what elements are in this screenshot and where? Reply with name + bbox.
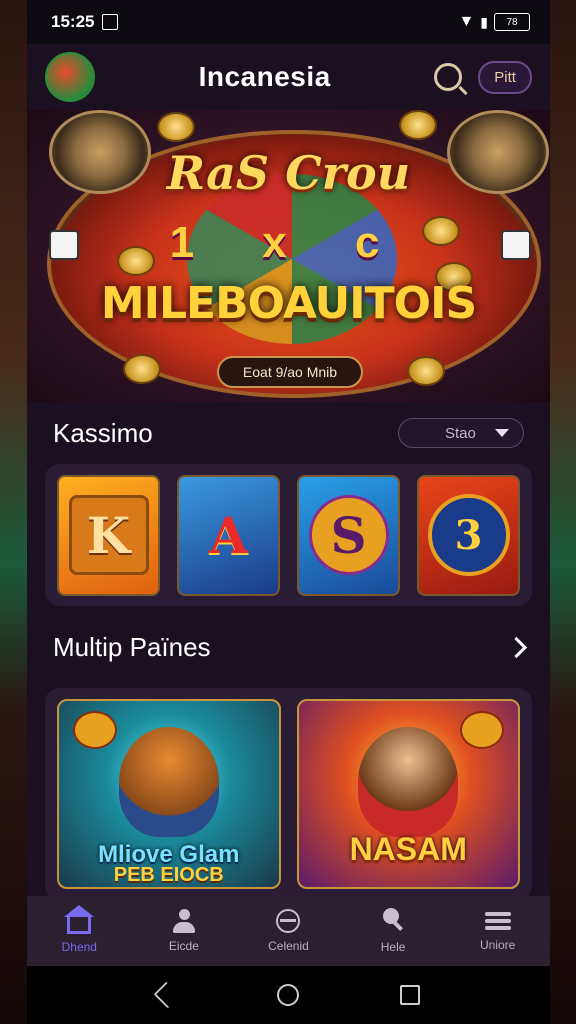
battery-icon: 78 xyxy=(494,13,530,31)
promo-banner[interactable]: RaS Crou 1 x c MILEBOAUITOIS Eoat 9/ao M… xyxy=(27,110,550,402)
game-subtitle: PEB EIOCB xyxy=(113,864,224,886)
person-icon xyxy=(171,909,197,933)
ball-icon xyxy=(276,909,301,933)
app-logo[interactable] xyxy=(45,52,95,102)
search-person-icon xyxy=(380,908,406,934)
bottom-nav: Dhend Eicde Celenid Hele Uniore xyxy=(27,896,550,966)
nav-item-profile[interactable]: Eicde xyxy=(139,909,229,953)
coin-icon xyxy=(407,356,445,386)
search-icon[interactable] xyxy=(434,63,463,91)
banner-subtitle: MILEBOAUITOIS xyxy=(100,278,477,329)
filter-label: Stao xyxy=(445,424,476,442)
game-card[interactable]: Mliove Glam PEB EIOCB xyxy=(57,699,281,889)
status-bar: 15:25 ▼ ▮ 78 xyxy=(27,0,550,44)
system-navigation xyxy=(27,966,550,1024)
multi-section-title: Multip Païnes xyxy=(53,631,211,662)
badge-icon xyxy=(73,711,117,749)
coin-icon xyxy=(399,110,437,140)
menu-icon xyxy=(484,910,511,932)
phone-screen: 15:25 ▼ ▮ 78 Incanesia Pitt RaS Crou 1 x xyxy=(27,0,550,1024)
casino-tile[interactable]: A xyxy=(177,474,280,596)
casino-tile[interactable]: K xyxy=(57,474,160,596)
home-icon xyxy=(64,904,95,934)
game-card[interactable]: NASAM xyxy=(296,699,520,889)
nav-label: Celenid xyxy=(268,939,309,953)
app-header: Incanesia Pitt xyxy=(27,44,550,110)
header-action-button[interactable]: Pitt xyxy=(478,60,532,94)
nav-label: Eicde xyxy=(168,939,199,953)
banner-cta-button[interactable]: Eoat 9/ao Mnib xyxy=(217,356,363,388)
app-title: Incanesia xyxy=(198,61,331,92)
nav-item-home[interactable]: Dhend xyxy=(34,904,124,954)
nav-item-calendar[interactable]: Celenid xyxy=(243,909,333,953)
chevron-right-icon[interactable] xyxy=(505,636,528,658)
badge-icon xyxy=(460,711,504,749)
chevron-down-icon xyxy=(495,429,509,437)
tile-symbol: A xyxy=(209,505,248,565)
casino-tile[interactable]: S xyxy=(297,474,400,596)
wifi-icon: ▼ xyxy=(458,13,475,30)
casino-tiles: K A S 3 xyxy=(45,464,532,606)
nav-label: Uniore xyxy=(479,938,516,952)
multi-section-header: Multip Païnes xyxy=(27,606,550,688)
casino-tile[interactable]: 3 xyxy=(417,474,520,596)
recents-icon[interactable] xyxy=(399,985,420,1005)
signal-icon: ▮ xyxy=(480,13,488,30)
coin-icon xyxy=(157,112,195,142)
tiger-figure xyxy=(118,727,219,837)
notification-icon xyxy=(102,14,119,30)
background-left xyxy=(0,0,27,1024)
nav-label: Hele xyxy=(380,940,406,954)
tile-symbol: K xyxy=(68,495,149,575)
tile-symbol: S xyxy=(308,495,389,575)
background-right xyxy=(549,0,576,1024)
nav-item-more[interactable]: Uniore xyxy=(453,910,543,952)
nav-label: Dhend xyxy=(61,939,97,954)
banner-title: RaS Crou xyxy=(166,146,411,200)
casino-section-title: Kassimo xyxy=(53,417,153,448)
banner-symbols: 1 x c xyxy=(169,218,408,267)
players-figure xyxy=(358,727,459,837)
home-circle-icon[interactable] xyxy=(276,984,299,1006)
nav-item-help[interactable]: Hele xyxy=(348,908,438,954)
tile-symbol: 3 xyxy=(427,494,510,576)
casino-section-header: Kassimo Stao xyxy=(27,402,550,464)
multi-games: Mliove Glam PEB EIOCB NASAM xyxy=(45,688,532,900)
game-title: NASAM xyxy=(349,831,467,867)
coin-icon xyxy=(123,354,161,384)
casino-filter-dropdown[interactable]: Stao xyxy=(398,418,524,448)
back-icon[interactable] xyxy=(153,981,180,1009)
status-time: 15:25 xyxy=(51,12,95,31)
